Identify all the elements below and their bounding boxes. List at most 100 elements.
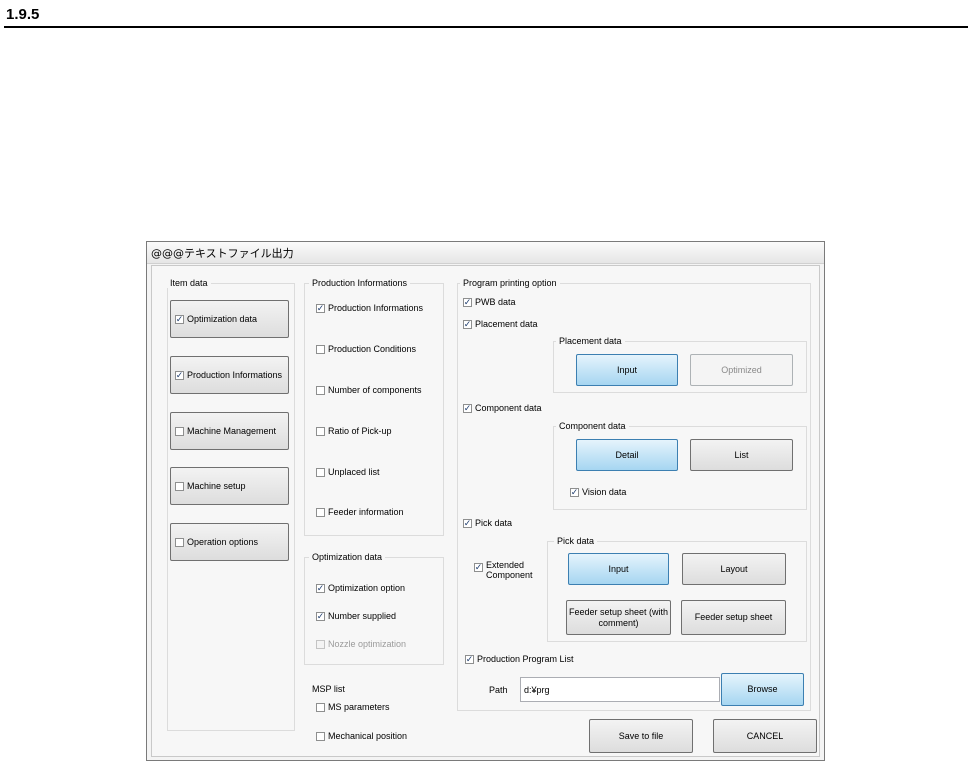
checkbox-label: Nozzle optimization <box>328 639 407 649</box>
checkbox-box[interactable]: ✓ <box>474 563 483 572</box>
checkbox-box[interactable]: ✓ <box>316 303 325 313</box>
checkbox-nozzle-optimization: Nozzle optimization <box>316 639 406 649</box>
checkbox-extended-component[interactable]: ✓ Extended Component <box>474 560 533 580</box>
pick-input-button[interactable]: Input <box>568 553 669 585</box>
checkbox-box[interactable] <box>316 385 325 395</box>
dialog-title: @@@テキストファイル出力 <box>151 247 294 260</box>
checkbox-vision-data[interactable]: ✓ Vision data <box>570 487 626 497</box>
checkbox-ms-parameters[interactable]: MS parameters <box>316 702 390 712</box>
checkbox-label: Component data <box>475 403 542 413</box>
checkbox-box[interactable]: ✓ <box>465 654 474 664</box>
checkbox-label: Production Conditions <box>328 344 417 354</box>
checkbox-machine-management[interactable] <box>175 426 184 436</box>
msp-list-title: MSP list <box>309 684 348 694</box>
checkbox-unplaced-list[interactable]: Unplaced list <box>316 467 380 477</box>
checkbox-label: Feeder information <box>328 507 404 517</box>
checkbox-box[interactable]: ✓ <box>316 611 325 621</box>
program-printing-title: Program printing option <box>460 278 560 288</box>
checkbox-label: Ratio of Pick-up <box>328 426 392 436</box>
checkbox-label: Number supplied <box>328 611 397 621</box>
item-optimization-data-label: Optimization data <box>187 313 258 324</box>
item-machine-management-label: Machine Management <box>187 425 277 436</box>
checkbox-label: Extended Component <box>486 560 533 580</box>
checkbox-label: Number of components <box>328 385 422 395</box>
checkbox-box[interactable] <box>316 507 325 517</box>
checkbox-label: Unplaced list <box>328 467 380 477</box>
title-bar[interactable]: @@@テキストファイル出力 <box>147 242 824 264</box>
checkbox-label: PWB data <box>475 297 516 307</box>
checkbox-pick-data[interactable]: ✓ Pick data <box>463 518 512 528</box>
pick-data-subgroup-title: Pick data <box>554 536 598 546</box>
checkbox-box[interactable]: ✓ <box>570 487 579 497</box>
item-optimization-data-button[interactable]: ✓ Optimization data <box>170 300 289 338</box>
checkbox-prod-conditions[interactable]: Production Conditions <box>316 344 416 354</box>
checkbox-number-supplied[interactable]: ✓ Number supplied <box>316 611 396 621</box>
placement-data-subgroup-title: Placement data <box>556 336 625 346</box>
checkbox-optimization-option[interactable]: ✓ Optimization option <box>316 583 405 593</box>
extended-label-line2: Component <box>486 570 533 580</box>
text-export-dialog: @@@テキストファイル出力 Item data ✓ Optimization d… <box>146 241 825 761</box>
item-machine-management-button[interactable]: Machine Management <box>170 412 289 450</box>
component-list-button[interactable]: List <box>690 439 793 471</box>
checkbox-label: Production Program List <box>477 654 574 664</box>
dialog-client-area: Item data ✓ Optimization data ✓ Producti… <box>151 265 820 757</box>
checkbox-production-informations[interactable]: ✓ <box>175 370 184 380</box>
checkbox-box[interactable] <box>316 426 325 436</box>
section-divider <box>4 26 968 28</box>
checkbox-label: Placement data <box>475 319 538 329</box>
checkbox-box[interactable] <box>316 702 325 712</box>
checkbox-label: Mechanical position <box>328 731 408 741</box>
checkbox-placement-data[interactable]: ✓ Placement data <box>463 319 538 329</box>
placement-optimized-button: Optimized <box>690 354 793 386</box>
checkbox-box[interactable] <box>316 731 325 741</box>
checkbox-box[interactable]: ✓ <box>463 297 472 307</box>
save-to-file-button[interactable]: Save to file <box>589 719 693 753</box>
checkbox-pwb-data[interactable]: ✓ PWB data <box>463 297 516 307</box>
checkbox-mechanical-position[interactable]: Mechanical position <box>316 731 407 741</box>
optimization-data-title: Optimization data <box>309 552 386 562</box>
path-label: Path <box>489 685 508 695</box>
feeder-with-comment-line2: comment) <box>598 617 639 628</box>
checkbox-box[interactable]: ✓ <box>463 319 472 329</box>
item-machine-setup-label: Machine setup <box>187 480 246 491</box>
checkbox-prod-informations[interactable]: ✓ Production Informations <box>316 303 423 313</box>
feeder-with-comment-line1: Feeder setup sheet (with <box>568 606 669 617</box>
checkbox-box[interactable]: ✓ <box>463 403 472 413</box>
checkbox-production-program-list[interactable]: ✓ Production Program List <box>465 654 574 664</box>
item-production-informations-button[interactable]: ✓ Production Informations <box>170 356 289 394</box>
cancel-button[interactable]: CANCEL <box>713 719 817 753</box>
checkbox-component-data[interactable]: ✓ Component data <box>463 403 542 413</box>
checkbox-label: Production Informations <box>328 303 424 313</box>
checkbox-box <box>316 639 325 649</box>
pick-layout-button[interactable]: Layout <box>682 553 786 585</box>
path-input[interactable]: d:¥prg <box>520 677 720 702</box>
component-detail-button[interactable]: Detail <box>576 439 678 471</box>
feeder-setup-sheet-button[interactable]: Feeder setup sheet <box>681 600 786 635</box>
item-operation-options-label: Operation options <box>187 536 259 547</box>
section-number: 1.9.5 <box>6 6 40 23</box>
checkbox-optimization-data[interactable]: ✓ <box>175 314 184 324</box>
feeder-setup-sheet-with-comment-button[interactable]: Feeder setup sheet (with comment) <box>566 600 671 635</box>
checkbox-box[interactable] <box>316 344 325 354</box>
checkbox-operation-options[interactable] <box>175 537 184 547</box>
item-production-informations-label: Production Informations <box>187 369 283 380</box>
production-informations-title: Production Informations <box>309 278 411 288</box>
extended-label-line1: Extended <box>486 560 525 570</box>
checkbox-label: Pick data <box>475 518 513 528</box>
placement-input-button[interactable]: Input <box>576 354 678 386</box>
checkbox-number-of-components[interactable]: Number of components <box>316 385 422 395</box>
checkbox-machine-setup[interactable] <box>175 481 184 491</box>
item-data-group <box>167 283 295 731</box>
browse-button[interactable]: Browse <box>721 673 804 706</box>
checkbox-label: Vision data <box>582 487 627 497</box>
item-machine-setup-button[interactable]: Machine setup <box>170 467 289 505</box>
checkbox-feeder-information[interactable]: Feeder information <box>316 507 404 517</box>
component-data-subgroup-title: Component data <box>556 421 629 431</box>
checkbox-label: MS parameters <box>328 702 390 712</box>
checkbox-box[interactable] <box>316 467 325 477</box>
checkbox-label: Optimization option <box>328 583 406 593</box>
checkbox-ratio-of-pickup[interactable]: Ratio of Pick-up <box>316 426 392 436</box>
checkbox-box[interactable]: ✓ <box>463 518 472 528</box>
checkbox-box[interactable]: ✓ <box>316 583 325 593</box>
item-operation-options-button[interactable]: Operation options <box>170 523 289 561</box>
